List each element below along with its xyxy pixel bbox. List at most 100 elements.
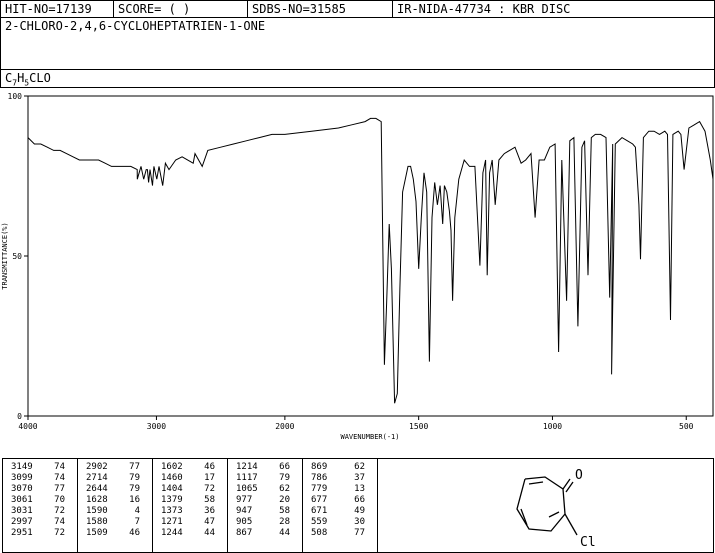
peak-transmittance: 4 — [134, 506, 140, 516]
peak-row: 779 13 — [303, 484, 377, 495]
peak-wavenumber: 3031 — [11, 506, 33, 516]
peak-wavenumber: 2902 — [86, 462, 108, 472]
peak-transmittance: 79 — [129, 484, 140, 494]
peak-row: 2714 79 — [78, 473, 152, 484]
peak-wavenumber: 3070 — [11, 484, 33, 494]
peak-transmittance: 7 — [134, 517, 140, 527]
x-tick-label: 4000 — [18, 422, 37, 431]
oxygen-atom-label: O — [575, 468, 583, 483]
peak-wavenumber: 2644 — [86, 484, 108, 494]
x-tick-label: 3000 — [147, 422, 166, 431]
peak-wavenumber: 905 — [236, 517, 253, 527]
peak-wavenumber: 559 — [311, 517, 328, 527]
peak-row: 1628 16 — [78, 495, 152, 506]
molecule-structure: O Cl — [516, 468, 596, 550]
peak-row: 3070 77 — [3, 484, 77, 495]
peak-row: 2644 79 — [78, 484, 152, 495]
peak-column: 3149 74 3099 74 3070 77 3061 70 3031 72 2997 74 2951… — [3, 459, 78, 552]
peak-column: 869 62 786 37 779 13 677 66 671 49 559 30 508 77 — [303, 459, 378, 552]
peak-wavenumber: 1580 — [86, 517, 108, 527]
x-axis-label: WAVENUMBER(-1) — [340, 433, 399, 441]
peak-row: 3149 74 — [3, 462, 77, 473]
compound-name: 2-CHLORO-2,4,6-CYCLOHEPTATRIEN-1-ONE — [5, 19, 266, 33]
peak-wavenumber: 947 — [236, 506, 253, 516]
peak-wavenumber: 1628 — [86, 495, 108, 505]
peak-row: 1590 4 — [78, 506, 152, 517]
hit-number: HIT-NO=17139 — [1, 1, 114, 17]
chlorine-atom-label: Cl — [580, 535, 596, 550]
peak-wavenumber: 677 — [311, 495, 328, 505]
peak-transmittance: 74 — [54, 473, 65, 483]
peak-row: 671 49 — [303, 506, 377, 517]
peak-transmittance: 66 — [354, 495, 365, 505]
x-tick-label: 1000 — [543, 422, 562, 431]
peak-row: 559 30 — [303, 517, 377, 528]
spectrum-line — [27, 117, 714, 404]
peak-transmittance: 74 — [54, 517, 65, 527]
peak-wavenumber: 2997 — [11, 517, 33, 527]
peak-transmittance: 46 — [129, 528, 140, 538]
peak-wavenumber: 869 — [311, 462, 328, 472]
peak-transmittance: 46 — [204, 462, 215, 472]
peak-transmittance: 16 — [129, 495, 140, 505]
peak-wavenumber: 1590 — [86, 506, 108, 516]
peak-row: 1214 66 — [228, 462, 302, 473]
peak-transmittance: 70 — [54, 495, 65, 505]
peak-wavenumber: 867 — [236, 528, 253, 538]
y-tick-label: 0 — [17, 412, 22, 421]
peak-row: 905 28 — [228, 517, 302, 528]
peak-row: 1373 36 — [153, 506, 227, 517]
peak-row: 1580 7 — [78, 517, 152, 528]
peak-transmittance: 47 — [204, 517, 215, 527]
x-tick-label: 500 — [679, 422, 694, 431]
peak-wavenumber: 2951 — [11, 528, 33, 538]
peak-row: 2951 72 — [3, 528, 77, 539]
peak-row: 947 58 — [228, 506, 302, 517]
peak-row: 869 62 — [303, 462, 377, 473]
peak-wavenumber: 2714 — [86, 473, 108, 483]
peak-wavenumber: 3099 — [11, 473, 33, 483]
peak-transmittance: 72 — [54, 528, 65, 538]
peak-wavenumber: 1244 — [161, 528, 183, 538]
peak-wavenumber: 1509 — [86, 528, 108, 538]
y-tick-label: 100 — [8, 92, 23, 101]
peak-row: 2902 77 — [78, 462, 152, 473]
score-field: SCORE= ( ) — [114, 1, 248, 17]
peak-row: 508 77 — [303, 528, 377, 539]
peak-row: 977 20 — [228, 495, 302, 506]
peak-transmittance: 77 — [354, 528, 365, 538]
peak-wavenumber: 779 — [311, 484, 328, 494]
peak-row: 1117 79 — [228, 473, 302, 484]
peak-row: 1460 17 — [153, 473, 227, 484]
peak-transmittance: 44 — [204, 528, 215, 538]
peak-wavenumber: 1065 — [236, 484, 258, 494]
peak-row: 1404 72 — [153, 484, 227, 495]
peak-transmittance: 49 — [354, 506, 365, 516]
ir-method: IR-NIDA-47734 : KBR DISC — [397, 2, 571, 16]
peak-transmittance: 20 — [279, 495, 290, 505]
y-tick-label: 50 — [12, 252, 22, 261]
peak-transmittance: 44 — [279, 528, 290, 538]
peak-column: 1602 46 1460 17 1404 72 1379 58 1373 36 1271 47 1244… — [153, 459, 228, 552]
peak-transmittance: 28 — [279, 517, 290, 527]
peak-transmittance: 30 — [354, 517, 365, 527]
peak-wavenumber: 3149 — [11, 462, 33, 472]
peak-transmittance: 72 — [54, 506, 65, 516]
sdbs-number: SDBS-NO=31585 — [248, 1, 393, 17]
peak-transmittance: 77 — [54, 484, 65, 494]
peak-transmittance: 62 — [279, 484, 290, 494]
peak-row: 3031 72 — [3, 506, 77, 517]
molecular-formula: C7H5CLO — [5, 71, 51, 88]
y-axis-label: TRANSMITTANCE(%) — [1, 222, 9, 289]
ring-bonds — [516, 476, 578, 536]
peak-row: 3061 70 — [3, 495, 77, 506]
peak-transmittance: 79 — [129, 473, 140, 483]
peak-row: 1379 58 — [153, 495, 227, 506]
peak-row: 2997 74 — [3, 517, 77, 528]
peak-wavenumber: 1460 — [161, 473, 183, 483]
ir-spectrum-chart: 4000 3000 2000 1500 1000 500 100500 WAVENUMBE… — [1, 92, 714, 441]
peak-row: 1602 46 — [153, 462, 227, 473]
peak-transmittance: 79 — [279, 473, 290, 483]
peak-wavenumber: 1271 — [161, 517, 183, 527]
peak-wavenumber: 977 — [236, 495, 253, 505]
